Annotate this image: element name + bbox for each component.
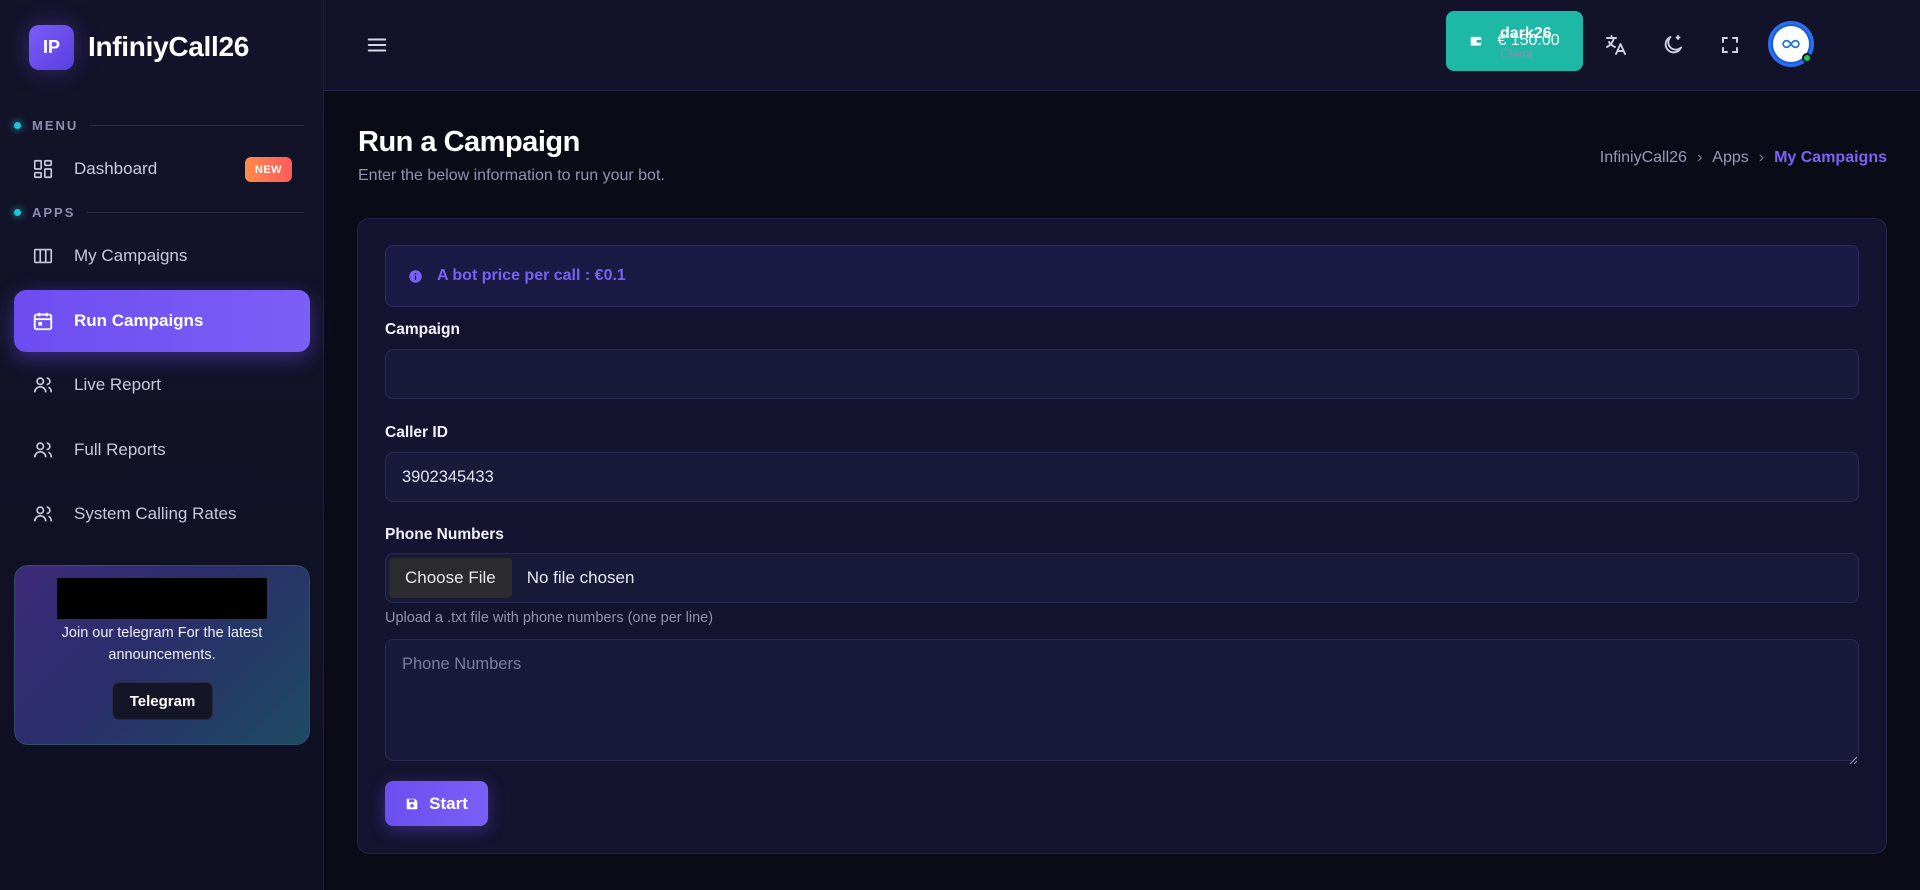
breadcrumb-current: My Campaigns xyxy=(1774,149,1887,166)
sidebar-item-live-report[interactable]: Live Report xyxy=(14,354,310,416)
file-help-text: Upload a .txt file with phone numbers (o… xyxy=(385,610,714,626)
translate-icon[interactable] xyxy=(1604,33,1628,57)
section-divider xyxy=(90,125,304,126)
info-icon xyxy=(408,269,423,284)
sidebar-item-system-calling-rates[interactable]: System Calling Rates xyxy=(14,483,310,545)
brand-logo: IP xyxy=(29,24,74,70)
dashboard-icon xyxy=(32,158,54,180)
dark-mode-icon[interactable] xyxy=(1661,33,1685,57)
section-divider xyxy=(87,212,304,213)
users-icon xyxy=(32,439,54,461)
choose-file-button[interactable]: Choose File xyxy=(389,558,512,598)
section-label-menu: MENU xyxy=(14,118,304,133)
sidebar-item-full-reports[interactable]: Full Reports xyxy=(14,419,310,481)
caller-id-label: Caller ID xyxy=(385,424,448,441)
online-status-dot xyxy=(1802,53,1812,63)
sidebar-item-label: Full Reports xyxy=(74,440,166,459)
campaign-label: Campaign xyxy=(385,321,460,338)
chevron-right-icon: › xyxy=(1758,149,1765,166)
file-status: No file chosen xyxy=(526,568,635,587)
users-icon xyxy=(32,374,54,396)
section-title: MENU xyxy=(32,118,79,133)
start-button-label: Start xyxy=(429,793,468,813)
topbar: € 150.00 dark26 Client xyxy=(324,0,1920,91)
resize-grip-icon[interactable] xyxy=(1849,751,1858,765)
caller-id-input[interactable] xyxy=(385,452,1859,502)
brand-name: InfiniyCall26 xyxy=(88,31,250,62)
alert-text: A bot price per call : €0.1 xyxy=(437,267,626,284)
sidebar-item-label: Dashboard xyxy=(74,159,158,178)
breadcrumb-item[interactable]: Apps xyxy=(1712,149,1748,167)
phone-numbers-file-input[interactable]: Choose File No file chosen xyxy=(385,553,1859,603)
section-label-apps: APPS xyxy=(14,205,304,220)
promo-text: Join our telegram For the latest announc… xyxy=(61,625,263,663)
telegram-promo-card: Join our telegram For the latest announc… xyxy=(14,565,310,745)
telegram-button[interactable]: Telegram xyxy=(112,682,213,720)
breadcrumb-item[interactable]: InfiniyCall26 xyxy=(1600,149,1687,167)
wallet-icon xyxy=(1469,34,1483,48)
sidebar: IP InfiniyCall26 MENU Dashboard NEW APPS… xyxy=(0,0,324,890)
brand[interactable]: IP InfiniyCall26 xyxy=(29,24,249,70)
section-dot xyxy=(14,122,21,129)
sidebar-item-label: Run Campaigns xyxy=(74,311,204,330)
start-button[interactable]: Start xyxy=(385,781,488,826)
page-subtitle: Enter the below information to run your … xyxy=(358,167,665,184)
page-title: Run a Campaign xyxy=(358,126,580,158)
campaign-form-card: A bot price per call : €0.1 Campaign Cal… xyxy=(357,218,1887,854)
price-alert: A bot price per call : €0.1 xyxy=(385,245,1859,307)
sidebar-item-dashboard[interactable]: Dashboard NEW xyxy=(14,138,310,200)
sidebar-item-label: System Calling Rates xyxy=(74,504,237,523)
user-name[interactable]: dark26 xyxy=(1500,25,1552,43)
breadcrumb: InfiniyCall26 › Apps › My Campaigns xyxy=(1600,149,1887,167)
chevron-right-icon: › xyxy=(1696,149,1703,166)
phone-numbers-label: Phone Numbers xyxy=(385,526,504,543)
user-role: Client xyxy=(1500,46,1534,61)
sidebar-item-run-campaigns[interactable]: Run Campaigns xyxy=(14,290,310,352)
section-dot xyxy=(14,209,21,216)
users-icon xyxy=(32,503,54,525)
redacted-image xyxy=(57,578,267,619)
phone-numbers-textarea[interactable] xyxy=(385,639,1859,761)
sidebar-item-label: My Campaigns xyxy=(74,246,188,265)
columns-icon xyxy=(32,245,54,267)
menu-toggle-icon[interactable] xyxy=(366,33,388,57)
section-title: APPS xyxy=(32,205,76,220)
campaign-input[interactable] xyxy=(385,349,1859,399)
sidebar-item-my-campaigns[interactable]: My Campaigns xyxy=(14,225,310,287)
fullscreen-icon[interactable] xyxy=(1718,33,1742,57)
save-icon xyxy=(405,797,419,811)
sidebar-item-label: Live Report xyxy=(74,375,161,394)
calendar-icon xyxy=(32,310,54,332)
avatar[interactable] xyxy=(1768,21,1814,67)
new-badge: NEW xyxy=(244,157,292,182)
